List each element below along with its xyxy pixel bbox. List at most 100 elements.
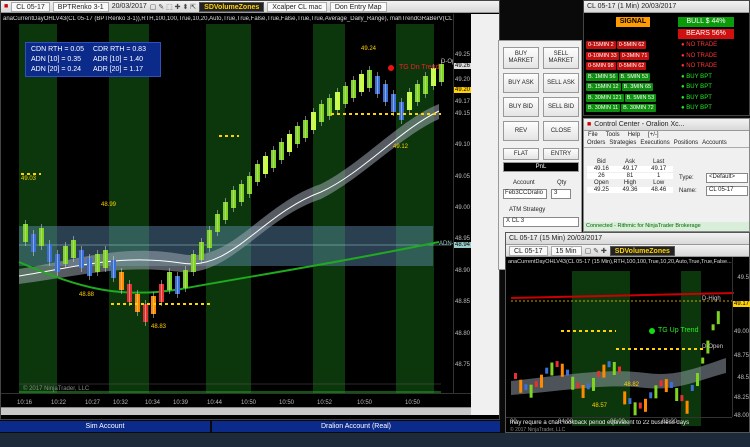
connection-status: Connected - Rithmic for NinjaTrader Brok… [584, 222, 749, 231]
candle [649, 392, 653, 399]
ask-value: 49.17 [615, 166, 645, 172]
stat-cdn-rth: CDN RTH = 0.05 [31, 46, 84, 53]
candle [602, 364, 606, 378]
session-zone [206, 24, 251, 406]
signal-panel-title: CL 05-17 (1 Min) 20/03/2017 [584, 1, 749, 13]
xcalper-button[interactable]: Xcalper CL mac [267, 1, 327, 12]
tab-strategies[interactable]: Strategies [609, 140, 636, 146]
price-label: 49.20 [454, 77, 470, 83]
account-label: Account [513, 180, 535, 186]
tab-executions[interactable]: Executions [640, 140, 669, 146]
signal-status: ● BUY BPT [681, 105, 712, 111]
candle [524, 384, 528, 391]
signal-timeframe-left: B. 1MIN 56 [586, 72, 618, 81]
price-label: 48.75 [733, 353, 749, 359]
account-select[interactable]: Feb3CCDralio [503, 189, 547, 199]
last-value: 49.17 [644, 166, 673, 172]
price-note-4899: 48.99 [101, 202, 117, 208]
horizontal-scrollbar[interactable] [1, 407, 471, 415]
bar-type-selector[interactable]: BPTRenko 3-1 [52, 1, 109, 12]
menu-tools[interactable]: Tools [606, 132, 620, 138]
toolbar-icons[interactable]: ▢ ✎ ⬚ ✚ ⬍ ⇱ [150, 3, 196, 11]
bid-value: 49.16 [587, 166, 616, 172]
candle [576, 382, 580, 389]
tab-positions[interactable]: Positions [674, 140, 698, 146]
qty-input[interactable]: 3 [551, 189, 571, 199]
atm-strategy-select[interactable]: X CL 3 [503, 217, 579, 227]
qty-label: Qty [557, 180, 567, 186]
signal-timeframe-left: B. 30MIN 11 [586, 104, 621, 112]
entry-button[interactable]: ENTRY [543, 148, 579, 160]
price-note-4912: 49.12 [393, 144, 409, 150]
hdr-bid: Bid [596, 159, 606, 165]
candle [644, 398, 647, 412]
signal-panel-window: CL 05-17 (1 Min) 20/03/2017 SIGNAL BULL … [583, 0, 750, 116]
time-label: 10:39 [173, 400, 189, 406]
entry-map-button[interactable]: Don Entry Map [329, 1, 387, 12]
chart-date: 20/03/2017 [111, 3, 147, 10]
signal-row: B. 30MIN 121 B. 5MIN 53 [586, 93, 657, 102]
tg-up-dot [649, 328, 655, 334]
chart15-tools[interactable]: ▢ ✎ ✚ [585, 247, 607, 255]
close-position-button[interactable]: CLOSE [543, 121, 579, 141]
sell-market-button[interactable]: SELL MARKET [543, 47, 579, 69]
price-axis: 49.25 49.20 49.17 49.15 49.10 49.05 49.0… [453, 14, 471, 406]
candle [592, 377, 595, 391]
tab-accounts[interactable]: Accounts [702, 140, 727, 146]
dralion-account-tab[interactable]: Dralion Account (Real) [212, 421, 500, 432]
candle [690, 384, 694, 391]
chart15-instrument[interactable]: CL 05-17 [509, 245, 548, 256]
buy-ask-button[interactable]: BUY ASK [503, 73, 539, 93]
signal-timeframe-right: B. 30MIN 72 [621, 104, 656, 112]
time-label: 10:32 [113, 400, 129, 406]
main-chart-area[interactable]: anaCurrentDayOHLV43(CL 05-17 (BPTRenko 3… [1, 14, 471, 406]
candle [545, 367, 549, 374]
buy-market-button[interactable]: BUY MARKET [503, 47, 539, 69]
session-zone [396, 24, 434, 406]
open-value: 49.25 [587, 187, 616, 193]
atm-strategy-label: ATM Strategy [509, 207, 546, 213]
chart-15min-title: CL 05-17 (15 Min) 20/03/2017 [506, 233, 749, 245]
last-size: 1 [644, 173, 673, 179]
candle [534, 381, 538, 388]
buy-bid-button[interactable]: BUY BID [503, 97, 539, 117]
stat-adr-10: ADR [10] = 1.40 [93, 56, 144, 63]
candle [612, 361, 616, 375]
type-select[interactable]: <Default> [706, 173, 748, 183]
hdr-ask: Ask [624, 159, 635, 165]
name-field[interactable]: CL 05-17 [706, 186, 748, 196]
signal-timeframe-left: 0-15MIN 2 [586, 41, 616, 49]
candle [607, 361, 611, 368]
chart15-d-high: D-High [702, 296, 721, 302]
signal-row: B. 30MIN 11 B. 30MIN 72 [586, 104, 656, 112]
tg-dn-trend-label: TG Dn Trend [399, 64, 440, 71]
candle [618, 366, 621, 373]
sell-bid-button[interactable]: SELL BID [543, 97, 579, 117]
price-label: 48.90 [454, 268, 470, 274]
chart15-d-open: D-Open [702, 344, 724, 350]
candle [685, 400, 689, 414]
price-label: 49.10 [454, 142, 470, 148]
menu-help[interactable]: Help [628, 132, 640, 138]
reverse-button[interactable]: REV [503, 121, 539, 141]
chart15-interval[interactable]: 15 Min [550, 245, 582, 256]
candle [550, 362, 554, 376]
instrument-selector[interactable]: CL 05-17 [11, 1, 50, 12]
menu-toggle[interactable]: [+/-] [648, 132, 659, 138]
price-note-4883: 48.83 [151, 324, 167, 330]
menu-file[interactable]: File [588, 132, 598, 138]
stat-adn-10: ADN [10] = 0.35 [31, 56, 82, 63]
flat-button[interactable]: FLAT [503, 148, 539, 160]
tab-orders[interactable]: Orders [587, 140, 605, 146]
candle [566, 369, 569, 376]
sdvolumezones-button[interactable]: SDVolumeZones [199, 1, 265, 12]
control-center-tabs: Orders Strategies Executions Positions A… [584, 139, 749, 148]
sim-account-tab[interactable]: Sim Account [0, 421, 210, 432]
signal-timeframe-right: 0-5MIN 62 [616, 62, 647, 70]
control-center-title-text: Control Center - Oralion Xc... [594, 121, 685, 128]
signal-row: 0-15MIN 2 0-5MIN 62 [586, 41, 647, 49]
sell-ask-button[interactable]: SELL ASK [543, 73, 579, 93]
chart15-sdv-button[interactable]: SDVolumeZones [609, 245, 675, 256]
price-tag-top: 49.26 [453, 63, 471, 69]
candle [711, 324, 715, 331]
